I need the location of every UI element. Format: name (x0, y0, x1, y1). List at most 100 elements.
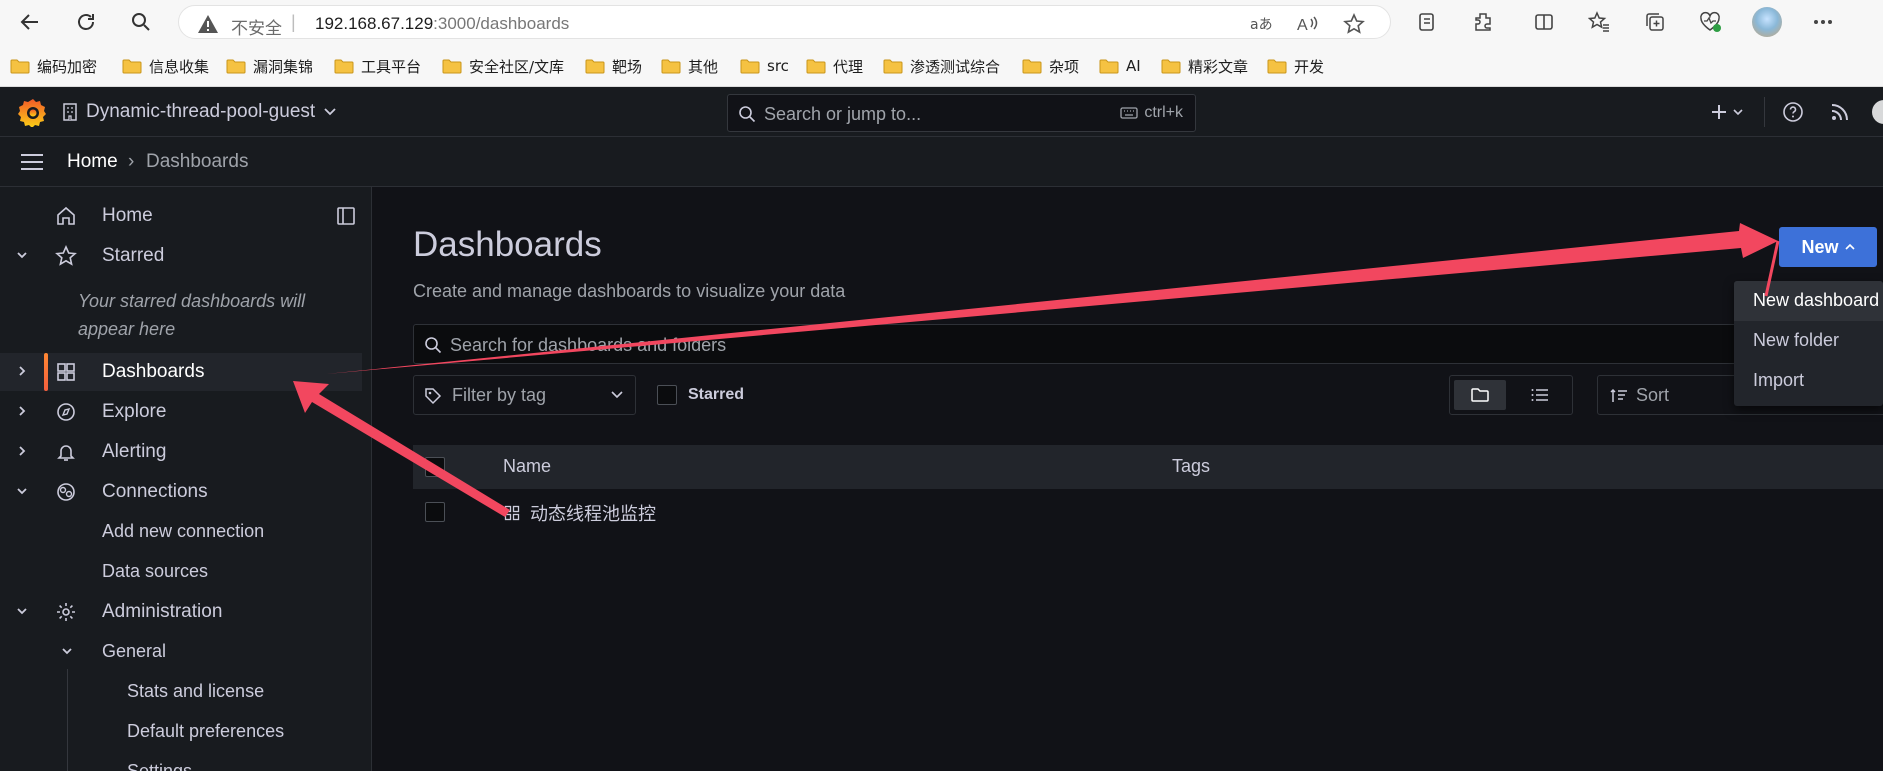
tree-line (67, 669, 68, 771)
sidebar-item-home[interactable]: Home (0, 197, 362, 235)
translate-icon[interactable]: aあ (1249, 12, 1273, 36)
dashboard-search-input[interactable]: Search for dashboards and folders (413, 324, 1883, 364)
chevron-down-icon[interactable] (14, 603, 30, 619)
bookmark-folder[interactable]: 其他 (661, 55, 718, 77)
gear-icon (57, 603, 75, 621)
url-host: 192.168.67.129 (315, 14, 434, 33)
global-search-input[interactable]: Search or jump to... ctrl+k (727, 94, 1196, 132)
grafana-logo-icon[interactable] (18, 97, 48, 127)
sort-icon (1610, 388, 1627, 402)
favorites-icon[interactable] (1586, 9, 1612, 35)
bookmark-folder[interactable]: 靶场 (585, 55, 642, 77)
user-avatar[interactable] (1872, 100, 1883, 124)
list-view-button[interactable] (1514, 380, 1566, 410)
favorite-star-icon[interactable] (1342, 12, 1366, 36)
menu-item-label: New dashboard (1753, 290, 1880, 310)
menu-item-new-folder[interactable]: New folder (1734, 321, 1883, 361)
connections-icon (57, 483, 75, 501)
more-menu-icon[interactable] (1810, 9, 1836, 35)
sidebar-item-stats-license[interactable]: Stats and license (127, 681, 264, 702)
bookmark-folder[interactable]: 杂项 (1022, 55, 1079, 77)
folder-icon (806, 58, 826, 74)
chevron-right-icon[interactable] (14, 403, 30, 419)
split-screen-icon[interactable] (1531, 9, 1557, 35)
view-toggle (1449, 375, 1573, 415)
chevron-right-icon[interactable] (14, 443, 30, 459)
bookmark-label: 信息收集 (149, 57, 210, 76)
grafana-topbar: Dynamic-thread-pool-guest Search or jump… (0, 87, 1883, 137)
collections-icon[interactable] (1414, 9, 1440, 35)
select-all-checkbox[interactable] (425, 457, 445, 477)
sidebar-item-general[interactable]: General (102, 641, 166, 662)
read-aloud-icon[interactable]: A (1295, 12, 1319, 36)
bookmark-folder[interactable]: src (740, 55, 789, 77)
add-tab-group-icon[interactable] (1642, 9, 1668, 35)
folder-icon (1022, 58, 1042, 74)
chevron-right-icon[interactable] (14, 363, 30, 379)
bookmark-folder[interactable]: AI (1099, 55, 1141, 77)
sidebar-item-alerting[interactable]: Alerting (0, 433, 362, 471)
bookmark-folder[interactable]: 开发 (1267, 55, 1324, 77)
folder-icon (740, 58, 760, 74)
sidebar-item-administration[interactable]: Administration (0, 593, 362, 631)
list-icon (1531, 389, 1548, 401)
bookmark-folder[interactable]: 漏洞集锦 (226, 55, 313, 77)
bookmark-folder[interactable]: 渗透测试综合 (883, 55, 1000, 77)
menu-icon[interactable] (20, 153, 44, 171)
bookmark-folder[interactable]: 代理 (806, 55, 863, 77)
row-checkbox[interactable] (425, 502, 445, 522)
news-feed-icon[interactable] (1827, 99, 1853, 125)
sidebar-item-settings[interactable]: Settings (127, 761, 192, 771)
bookmark-folder[interactable]: 信息收集 (122, 55, 209, 77)
sidebar-item-default-preferences[interactable]: Default preferences (127, 721, 284, 742)
search-shortcut: ctrl+k (1120, 104, 1183, 122)
sort-placeholder: Sort (1636, 385, 1670, 405)
folder-icon (661, 58, 681, 74)
help-icon[interactable] (1780, 99, 1806, 125)
folder-icon (1471, 388, 1489, 402)
search-icon (739, 106, 756, 123)
bookmark-label: 安全社区/文库 (469, 57, 565, 76)
address-bar[interactable]: 不安全 | 192.168.67.129:3000/dashboards aあ … (178, 5, 1391, 39)
dashboard-title-link[interactable]: 动态线程池监控 (530, 500, 656, 526)
sidebar-item-dashboards[interactable]: Dashboards (0, 353, 362, 391)
breadcrumb-home[interactable]: Home (67, 151, 118, 173)
sidebar-item-data-sources[interactable]: Data sources (102, 561, 208, 582)
folder-icon (226, 58, 246, 74)
chevron-down-icon[interactable] (14, 247, 30, 263)
new-button[interactable]: New (1779, 227, 1877, 267)
bookmark-folder[interactable]: 精彩文章 (1161, 55, 1248, 77)
reload-icon (78, 14, 94, 30)
starred-empty-text: Your starred dashboards will appear here (78, 291, 306, 339)
sidebar-item-label: Administration (102, 601, 223, 622)
chevron-down-icon[interactable] (59, 643, 75, 659)
bookmark-folder[interactable]: 工具平台 (334, 55, 421, 77)
folder-view-button[interactable] (1454, 380, 1506, 410)
folder-icon (1161, 58, 1181, 74)
add-new-button[interactable] (1708, 99, 1748, 125)
sidebar-item-connections[interactable]: Connections (0, 473, 362, 511)
reload-button[interactable] (72, 8, 100, 36)
bookmark-label: 代理 (833, 57, 864, 76)
bookmark-folder[interactable]: 编码加密 (10, 55, 97, 77)
folder-icon (10, 58, 30, 74)
folder-icon (1099, 58, 1119, 74)
filter-by-tag-select[interactable]: Filter by tag (413, 375, 636, 415)
chevron-down-icon[interactable] (14, 483, 30, 499)
bookmark-folder[interactable]: 安全社区/文库 (442, 55, 564, 77)
org-switcher[interactable]: Dynamic-thread-pool-guest (62, 99, 337, 125)
menu-item-import[interactable]: Import (1734, 361, 1883, 401)
profile-avatar[interactable] (1752, 7, 1782, 37)
browser-health-icon[interactable] (1697, 9, 1723, 35)
sidebar-item-add-new-connection[interactable]: Add new connection (102, 521, 264, 542)
search-button[interactable] (127, 8, 155, 36)
keyboard-icon (1120, 107, 1138, 119)
new-button-label: New (1801, 236, 1839, 257)
starred-checkbox[interactable] (657, 385, 677, 405)
back-button[interactable] (16, 8, 44, 36)
table-row[interactable]: 动态线程池监控 (413, 489, 1883, 535)
sidebar-item-starred[interactable]: Starred (0, 237, 362, 275)
extensions-icon[interactable] (1470, 9, 1496, 35)
sidebar-item-explore[interactable]: Explore (0, 393, 362, 431)
menu-item-new-dashboard[interactable]: New dashboard (1734, 281, 1883, 321)
